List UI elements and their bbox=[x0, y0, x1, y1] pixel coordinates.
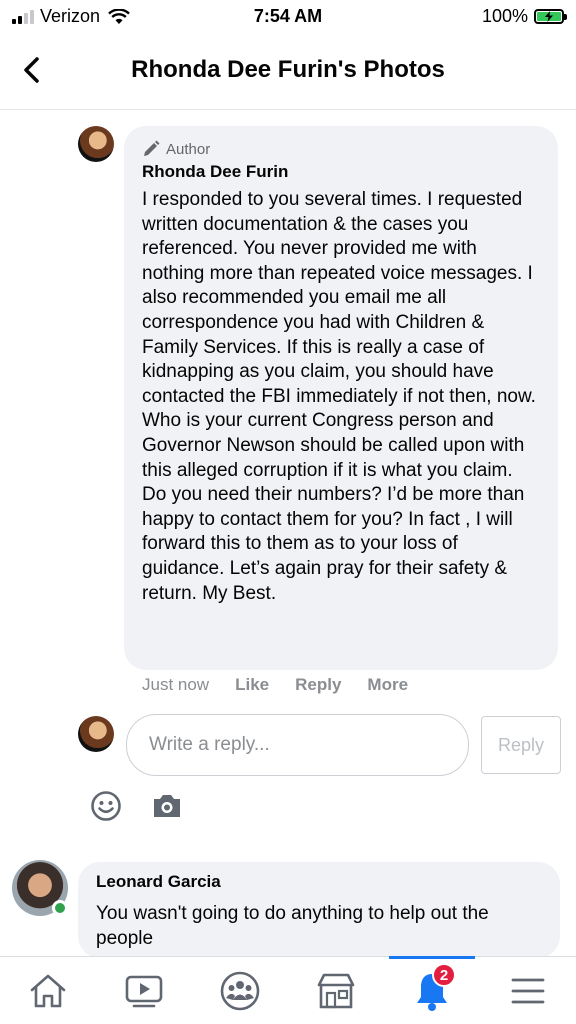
comment-actions: Just now Like Reply More bbox=[142, 675, 434, 695]
commenter-name[interactable]: Rhonda Dee Furin bbox=[142, 162, 540, 182]
comment-text: I responded to you several times. I requ… bbox=[142, 189, 536, 604]
like-button[interactable]: Like bbox=[235, 675, 269, 695]
avatar[interactable] bbox=[78, 126, 114, 162]
more-button[interactable]: More bbox=[367, 675, 408, 695]
comment-bubble[interactable]: Author Rhonda Dee Furin I responded to y… bbox=[124, 126, 558, 670]
tab-groups[interactable] bbox=[216, 967, 264, 1015]
reply-avatar bbox=[78, 716, 114, 752]
pencil-icon bbox=[144, 140, 160, 156]
author-badge-label: Author bbox=[166, 140, 211, 158]
marketplace-icon bbox=[317, 973, 355, 1009]
tab-notifications[interactable]: 2 bbox=[408, 963, 456, 1015]
home-icon bbox=[30, 974, 66, 1008]
tab-home[interactable] bbox=[24, 967, 72, 1015]
commenter-name-second[interactable]: Leonard Garcia bbox=[96, 872, 542, 892]
battery-icon bbox=[534, 9, 567, 24]
camera-icon[interactable] bbox=[151, 792, 183, 820]
smiley-icon[interactable] bbox=[90, 790, 122, 822]
active-tab-indicator bbox=[389, 956, 475, 959]
comment-bubble-second[interactable]: Leonard Garcia You wasn't going to do an… bbox=[78, 862, 560, 958]
battery-group: 100% bbox=[481, 6, 567, 27]
tab-watch[interactable] bbox=[120, 967, 168, 1015]
status-bar: Verizon 7:54 AM 100% bbox=[0, 0, 576, 34]
groups-icon bbox=[220, 971, 260, 1011]
reply-input[interactable]: Write a reply... bbox=[126, 714, 469, 776]
online-status-dot bbox=[52, 900, 68, 916]
comment-text-second: You wasn't going to do anything to help … bbox=[96, 903, 489, 949]
tab-bar: 2 bbox=[0, 956, 576, 1024]
tab-marketplace[interactable] bbox=[312, 967, 360, 1015]
comment-timestamp: Just now bbox=[142, 675, 210, 694]
author-badge: Author bbox=[142, 140, 540, 158]
header: Rhonda Dee Furin's Photos bbox=[0, 34, 576, 110]
battery-percent: 100% bbox=[481, 6, 528, 26]
notification-badge: 2 bbox=[432, 963, 456, 987]
reply-link[interactable]: Reply bbox=[295, 675, 341, 695]
reply-button[interactable]: Reply bbox=[481, 716, 561, 774]
menu-icon bbox=[511, 978, 545, 1004]
video-icon bbox=[125, 975, 163, 1008]
page-title: Rhonda Dee Furin's Photos bbox=[131, 56, 445, 83]
tab-menu[interactable] bbox=[504, 967, 552, 1015]
